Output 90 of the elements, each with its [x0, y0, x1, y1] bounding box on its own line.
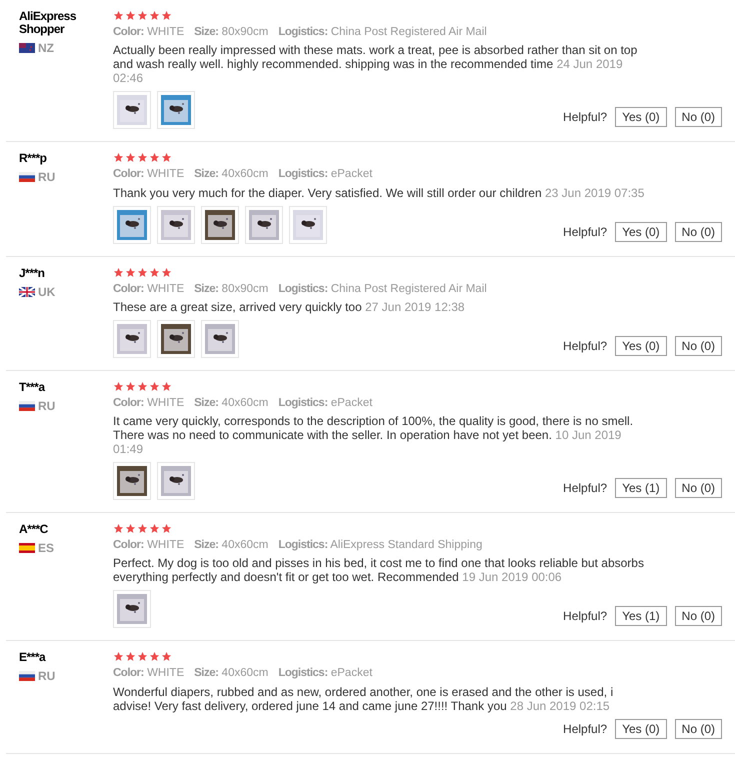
- helpful-label: Helpful?: [563, 224, 608, 240]
- star-icon: [149, 266, 160, 278]
- review-text: Thank you very much for the diaper. Very satisfied. We will still order our children 23 Jun 2019 07:35: [113, 186, 646, 200]
- size-spec: Size: 40x60cm: [194, 396, 268, 411]
- yes-vote-button[interactable]: Yes (0): [615, 718, 667, 738]
- star-icon: [113, 380, 124, 392]
- star-icon: [161, 380, 172, 392]
- country-code: RU: [38, 668, 56, 686]
- star-icon: [137, 523, 148, 534]
- flag-icon: [19, 543, 35, 553]
- color-spec: Color: WHITE: [113, 396, 184, 411]
- size-spec: Size: 40x60cm: [194, 538, 268, 553]
- helpful-label: Helpful?: [563, 109, 608, 126]
- size-spec: Size: 80x90cm: [194, 282, 268, 296]
- reviewer-name: J***n: [19, 266, 46, 280]
- star-icon: [125, 152, 136, 164]
- star-icon: [125, 380, 136, 392]
- logistics-spec: Logistics: China Post Registered Air Mail: [278, 282, 487, 296]
- star-icon: [113, 266, 124, 278]
- review-text: It came very quickly, corresponds to the description of 100%, the quality is good, there is no smell. There was no need to communicate with the seller. In operation have not yet been. 10 Jun 2019 01:49: [113, 414, 634, 456]
- yes-vote-button[interactable]: Yes (0): [615, 107, 667, 128]
- star-icon: [161, 266, 172, 278]
- reviewer-name: A***C: [19, 523, 49, 536]
- yes-vote-button[interactable]: Yes (1): [615, 606, 667, 626]
- star-icon: [125, 523, 136, 534]
- star-icon: [113, 152, 124, 164]
- reviewer-name: R***p: [19, 152, 48, 166]
- flag-icon: [19, 286, 35, 296]
- helpful-label: Helpful?: [563, 608, 608, 626]
- no-vote-button[interactable]: No (0): [674, 222, 722, 242]
- flag-icon: [19, 43, 35, 53]
- color-spec: Color: WHITE: [113, 538, 184, 553]
- star-icon: [161, 10, 172, 21]
- country-code: UK: [38, 284, 56, 300]
- star-icon: [137, 266, 148, 278]
- helpful-label: Helpful?: [563, 338, 608, 355]
- review-text: Perfect. My dog is too old and pisses in his bed, it cost me to find one that looks reliable but absorbs everything perfectly and doesn't fit or get too wet. Recommended 19 Jun 2019 00:06: [113, 556, 645, 584]
- reviewer-name: T***a: [19, 380, 46, 394]
- color-spec: Color: WHITE: [113, 167, 184, 182]
- star-icon: [137, 651, 148, 662]
- flag-icon: [19, 172, 35, 182]
- star-icon: [161, 651, 172, 662]
- country-code: RU: [38, 398, 56, 415]
- star-icon: [137, 152, 148, 164]
- no-vote-button[interactable]: No (0): [674, 336, 722, 356]
- star-icon: [149, 651, 160, 662]
- star-icon: [149, 380, 160, 392]
- no-vote-button[interactable]: No (0): [674, 718, 722, 738]
- review-text: These are a great size, arrived very quickly too 27 Jun 2019 12:38: [113, 300, 466, 314]
- star-icon: [125, 651, 136, 662]
- reviewer-name: AliExpress Shopper: [19, 10, 78, 36]
- star-icon: [149, 152, 160, 164]
- flag-icon: [19, 400, 35, 411]
- star-icon: [161, 152, 172, 164]
- star-icon: [137, 10, 148, 21]
- country-code: RU: [38, 169, 56, 186]
- color-spec: Color: WHITE: [113, 282, 184, 296]
- size-spec: Size: 40x60cm: [194, 167, 268, 182]
- star-icon: [113, 523, 124, 534]
- size-spec: Size: 80x90cm: [194, 25, 268, 40]
- star-icon: [113, 10, 124, 21]
- logistics-spec: Logistics: China Post Registered Air Mail: [278, 25, 487, 40]
- logistics-spec: Logistics: ePacket: [278, 167, 372, 182]
- star-icon: [149, 10, 160, 21]
- color-spec: Color: WHITE: [113, 666, 184, 682]
- star-icon: [113, 651, 124, 662]
- star-icon: [161, 523, 172, 534]
- no-vote-button[interactable]: No (0): [674, 606, 722, 626]
- logistics-spec: Logistics: AliExpress Standard Shipping: [278, 538, 482, 553]
- review-text: Wonderful diapers, rubbed and as new, ordered another, one is erased and the other is used, i advise! Very fast delivery, ordered june 14 and came june 27!!!! Thank you 28 Jun 2019 02:15: [113, 684, 614, 712]
- country-code: NZ: [38, 40, 54, 57]
- country-code: ES: [38, 540, 54, 557]
- no-vote-button[interactable]: No (0): [674, 478, 722, 498]
- color-spec: Color: WHITE: [113, 25, 184, 40]
- reviewer-name: E***a: [19, 651, 47, 664]
- review-text: Actually been really impressed with these mats. work a treat, pee is absorbed rather than sit on top and wash really well. highly recommended. shipping was in the recommended time 24 Jun 2019 02:46: [113, 43, 638, 86]
- size-spec: Size: 40x60cm: [194, 666, 268, 682]
- yes-vote-button[interactable]: Yes (0): [615, 222, 667, 242]
- logistics-spec: Logistics: ePacket: [278, 666, 372, 682]
- star-icon: [137, 380, 148, 392]
- star-icon: [125, 266, 136, 278]
- yes-vote-button[interactable]: Yes (1): [615, 478, 667, 498]
- star-icon: [149, 523, 160, 534]
- flag-icon: [19, 671, 35, 682]
- star-icon: [125, 10, 136, 21]
- no-vote-button[interactable]: No (0): [674, 107, 722, 128]
- helpful-label: Helpful?: [563, 480, 608, 497]
- yes-vote-button[interactable]: Yes (0): [615, 336, 667, 356]
- helpful-label: Helpful?: [563, 720, 608, 738]
- logistics-spec: Logistics: ePacket: [278, 396, 372, 411]
